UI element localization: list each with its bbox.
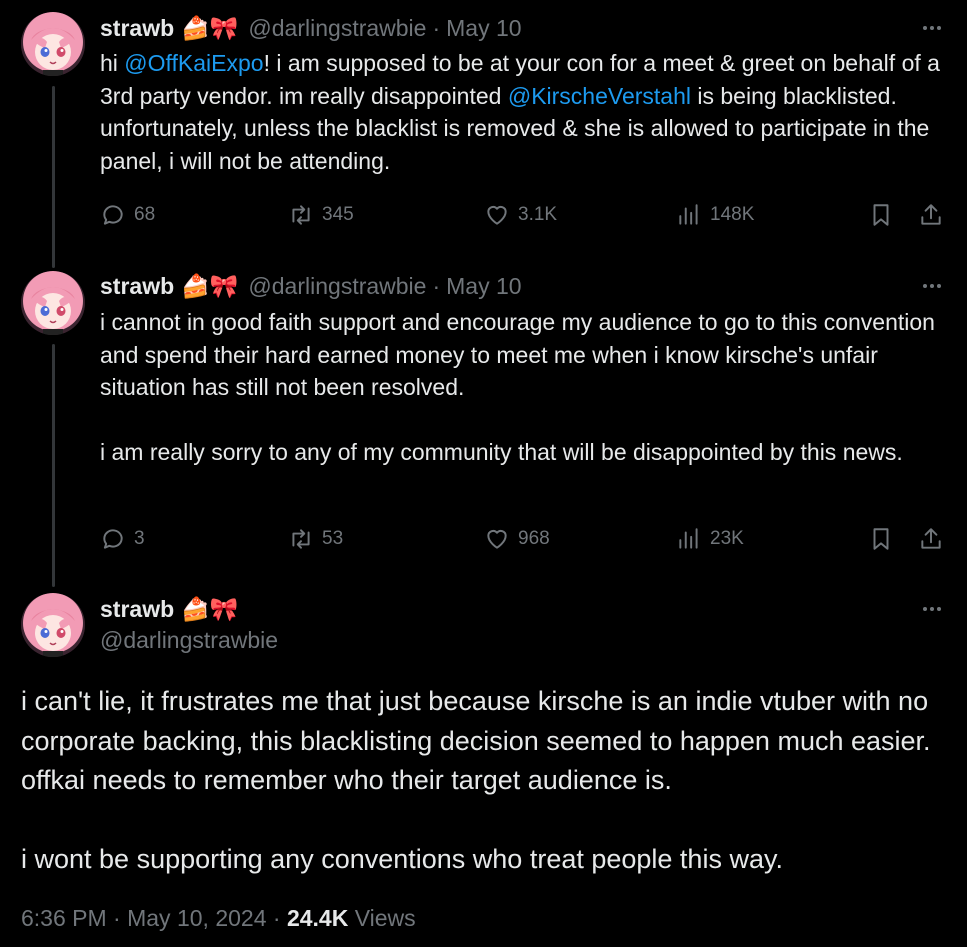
like-count: 968 [518, 528, 550, 549]
share-icon [921, 204, 941, 225]
mention-link[interactable]: @KirscheVerstahl [508, 83, 691, 109]
repost-count: 53 [322, 528, 344, 549]
tweet-header: strawb 🍰🎀 @darlingstrawbie · May 10 [100, 13, 522, 43]
text-segment: hi [100, 50, 125, 76]
reply-icon [103, 529, 123, 549]
view-count: 148K [710, 204, 755, 225]
separator: · [432, 272, 441, 299]
more-icon[interactable] [919, 599, 945, 619]
view-count: 23K [710, 528, 744, 549]
main-header: strawb 🍰🎀 [100, 594, 238, 624]
repost-icon [292, 529, 310, 549]
like-count: 3.1K [518, 204, 558, 225]
user-handle[interactable]: @darlingstrawbie [248, 15, 426, 42]
heart-icon [487, 205, 507, 225]
thread-line [52, 86, 55, 268]
share-button[interactable] [918, 524, 944, 554]
like-button[interactable]: 3.1K [484, 200, 557, 230]
avatar[interactable] [21, 593, 85, 657]
avatar[interactable] [21, 12, 85, 76]
repost-count: 345 [322, 204, 354, 225]
name-emoji: 🍰🎀 [181, 595, 239, 622]
tweet-date[interactable]: May 10 [446, 15, 521, 42]
display-name[interactable]: strawb [100, 273, 174, 300]
tweet-text: hi @OffKaiExpo! i am supposed to be at y… [100, 47, 940, 177]
views-button[interactable]: 148K [676, 200, 754, 230]
view-count: 24.4K [286, 905, 349, 931]
separator: · [432, 14, 441, 41]
tweet-header: strawb 🍰🎀 @darlingstrawbie · May 10 [100, 271, 522, 301]
views-button[interactable]: 23K [676, 524, 744, 554]
tweet-actions: 3 53 968 23K [100, 524, 949, 554]
name-emoji: 🍰🎀 [181, 272, 239, 299]
mention-link[interactable]: @OffKaiExpo [124, 50, 263, 76]
display-name[interactable]: strawb [100, 15, 174, 42]
bookmark-icon [873, 528, 889, 550]
display-name[interactable]: strawb [100, 596, 174, 623]
tweet-actions: 68 345 3.1K 148K [100, 200, 949, 230]
name-emoji: 🍰🎀 [181, 14, 239, 41]
thread-line [52, 344, 55, 587]
tweet-date[interactable]: May 10 [446, 273, 521, 300]
analytics-icon [679, 528, 698, 549]
tweet-date[interactable]: May 10, 2024 [127, 905, 266, 931]
analytics-icon [679, 204, 698, 225]
bookmark-button[interactable] [868, 524, 894, 554]
user-handle[interactable]: @darlingstrawbie [248, 273, 426, 300]
user-handle[interactable]: @darlingstrawbie [100, 627, 278, 654]
bookmark-icon [873, 204, 889, 226]
separator: · [272, 905, 281, 931]
more-icon[interactable] [919, 276, 945, 296]
views-label: Views [354, 905, 416, 931]
repost-icon [292, 205, 310, 225]
separator: · [113, 905, 121, 931]
like-button[interactable]: 968 [484, 524, 550, 554]
reply-button[interactable]: 3 [100, 524, 145, 554]
avatar[interactable] [21, 271, 85, 335]
bookmark-button[interactable] [868, 200, 894, 230]
repost-button[interactable]: 345 [288, 200, 354, 230]
reply-button[interactable]: 68 [100, 200, 155, 230]
main-tweet-text: i can't lie, it frustrates me that just … [21, 686, 931, 874]
share-icon [921, 528, 941, 549]
more-icon[interactable] [919, 18, 945, 38]
tweet-time[interactable]: 6:36 PM [21, 905, 107, 931]
tweet-text: i cannot in good faith support and encou… [100, 309, 935, 465]
reply-icon [103, 205, 123, 225]
tweet-meta: 6:36 PM · May 10, 2024 · 24.4K Views [21, 905, 416, 932]
reply-count: 3 [134, 528, 145, 549]
repost-button[interactable]: 53 [288, 524, 343, 554]
heart-icon [487, 529, 507, 549]
share-button[interactable] [918, 200, 944, 230]
reply-count: 68 [134, 204, 156, 225]
